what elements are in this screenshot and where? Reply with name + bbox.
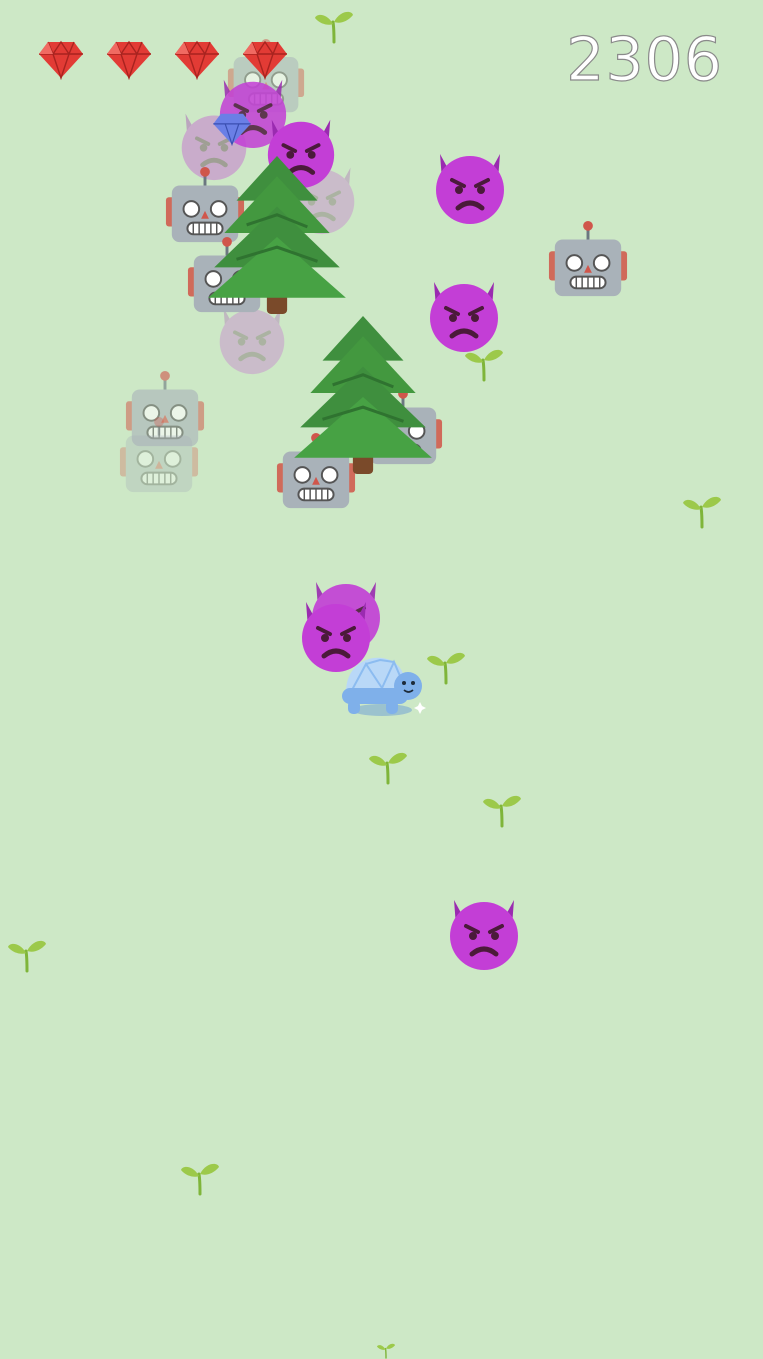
score-counter: 2306 <box>566 25 723 95</box>
evergreen-tree-icon <box>0 850 30 920</box>
crystal-turtle-icon[interactable] <box>336 650 426 720</box>
angry-demon-icon <box>444 892 524 972</box>
robot-face-icon <box>547 220 629 302</box>
red-gem-icon <box>242 40 288 80</box>
seedling-icon <box>180 1156 220 1196</box>
angry-demon-icon <box>424 274 504 354</box>
red-gem-icon <box>106 40 152 80</box>
lives-indicator <box>38 40 298 88</box>
seedling-icon <box>682 489 722 529</box>
seedling-icon <box>426 645 466 685</box>
game-canvas[interactable]: 2306 <box>0 0 763 1359</box>
evergreen-tree-icon <box>206 154 348 316</box>
red-gem-icon <box>38 40 84 80</box>
blue-gem-icon <box>213 113 251 146</box>
seedling-icon <box>482 788 522 828</box>
seedling-icon <box>366 1340 406 1359</box>
seedling-icon <box>368 745 408 785</box>
evergreen-tree-icon <box>292 314 434 476</box>
robot-face-icon <box>118 416 200 498</box>
red-gem-icon <box>174 40 220 80</box>
seedling-icon <box>7 933 47 973</box>
seedling-icon <box>314 4 354 44</box>
angry-demon-icon <box>430 146 510 226</box>
